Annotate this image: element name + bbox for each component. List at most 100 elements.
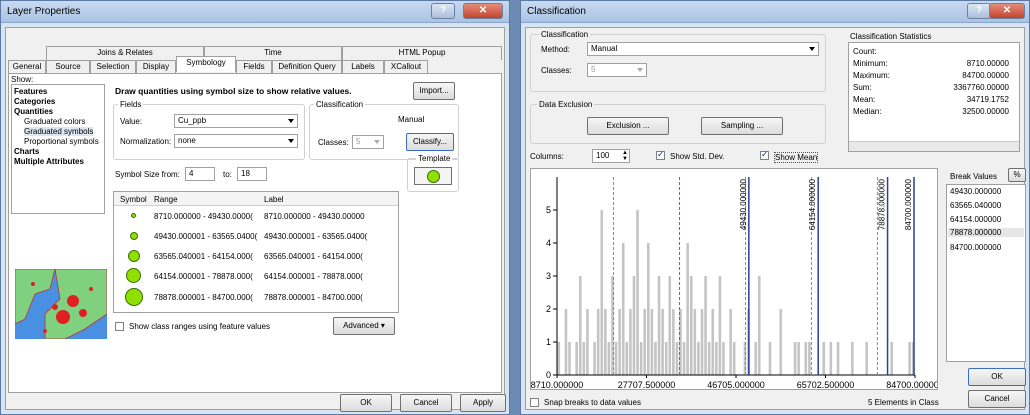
tree-item-graduated-colors[interactable]: Graduated colors: [24, 117, 85, 126]
cancel-button[interactable]: Cancel: [400, 394, 452, 412]
symbol-size-from-input[interactable]: 4: [185, 167, 215, 181]
tab-labels[interactable]: Labels: [342, 60, 384, 74]
column-symbol[interactable]: Symbol: [120, 195, 147, 204]
template-symbol-button[interactable]: [414, 167, 452, 185]
percent-button[interactable]: %: [1008, 168, 1026, 182]
y-tick-label: 3: [546, 271, 551, 281]
stat-row: Mean: 34719.1752: [853, 95, 1009, 107]
classes-select-text: 5: [356, 137, 361, 146]
histogram-bar: [707, 342, 711, 375]
tree-item-categories[interactable]: Categories: [14, 97, 55, 106]
value-select[interactable]: Cu_ppb: [174, 114, 298, 128]
exclusion-button[interactable]: Exclusion ...: [587, 117, 669, 135]
break-value-item[interactable]: 84700.000000: [950, 243, 1001, 252]
import-button[interactable]: Import...: [413, 82, 455, 100]
tab-general[interactable]: General: [8, 60, 46, 74]
y-tick-label: 0: [546, 370, 551, 380]
symbol-class-table: Symbol Range Label 8710.000000 - 49430.0…: [113, 191, 399, 313]
x-tick-label: 27707.500000: [618, 380, 676, 390]
histogram-bar: [793, 342, 797, 375]
column-label[interactable]: Label: [264, 195, 284, 204]
columns-stepper[interactable]: 100 ▲ ▼: [592, 149, 630, 163]
method-select[interactable]: Manual: [587, 42, 819, 56]
cancel-button[interactable]: Cancel: [968, 390, 1026, 408]
x-tick-label: 65702.500000: [797, 380, 855, 390]
histogram-bar: [732, 342, 736, 375]
break-value-item[interactable]: 63565.040000: [950, 201, 1001, 210]
histogram-bar: [647, 243, 650, 375]
tree-item-charts[interactable]: Charts: [14, 147, 39, 156]
classification-group: Classification Manual Classes: 5 Classif…: [309, 100, 459, 160]
normalization-select[interactable]: none: [174, 134, 298, 148]
show-mean-checkbox[interactable]: [760, 149, 769, 160]
column-range[interactable]: Range: [154, 195, 178, 204]
histogram-bar: [686, 243, 689, 375]
ok-button[interactable]: OK: [968, 368, 1026, 386]
tab-definition-query[interactable]: Definition Query: [272, 60, 342, 74]
table-row[interactable]: 78878.000001 - 84700.000( 78878.000001 -…: [114, 288, 398, 307]
tab-fields[interactable]: Fields: [236, 60, 272, 74]
histogram-chart[interactable]: 0 1 2 3 4 5 8710.000000 27707.500000 46705.00000…: [530, 168, 938, 390]
tree-item-features[interactable]: Features: [14, 87, 47, 96]
break-value-item[interactable]: 64154.000000: [950, 215, 1001, 224]
tab-selection[interactable]: Selection: [90, 60, 136, 74]
histogram-bar: [689, 276, 693, 375]
table-row[interactable]: 49430.000001 - 63565.0400( 49430.000001 …: [114, 228, 398, 246]
tab-symbology[interactable]: Symbology: [176, 56, 236, 72]
symbol-circle-icon: [128, 250, 140, 262]
histogram-bar: [697, 342, 700, 375]
show-std-dev-checkbox[interactable]: [656, 149, 665, 160]
help-button[interactable]: ?: [431, 3, 455, 19]
histogram-bar: [797, 342, 800, 375]
horizontal-scrollbar[interactable]: [849, 141, 1019, 151]
table-row[interactable]: 64154.000001 - 78878.000( 64154.000001 -…: [114, 268, 398, 286]
table-row[interactable]: 63565.040001 - 64154.000( 63565.040001 -…: [114, 248, 398, 266]
classes-select[interactable]: 5: [587, 63, 647, 77]
break-value-item[interactable]: 49430.000000: [950, 187, 1001, 196]
tab-display[interactable]: Display: [136, 60, 176, 74]
dialog-body: Classification Method: Manual Classes: 5…: [525, 27, 1028, 410]
histogram-bar: [711, 309, 715, 375]
range-cell: 78878.000001 - 84700.000(: [154, 293, 253, 302]
dialog-body: Joins & Relates Time HTML Popup General …: [5, 27, 506, 412]
label-cell: 63565.040001 - 64154.000(: [264, 252, 363, 261]
fields-group-label: Fields: [118, 100, 144, 109]
tree-item-multiple-attributes[interactable]: Multiple Attributes: [14, 157, 84, 166]
histogram-bar: [851, 342, 854, 375]
histogram-bar: [621, 243, 625, 375]
histogram-bar: [729, 309, 732, 375]
tab-source[interactable]: Source: [46, 60, 90, 74]
close-button[interactable]: ✕: [463, 3, 503, 19]
tab-xcallout[interactable]: XCallout: [384, 60, 428, 74]
tree-item-quantities[interactable]: Quantities: [14, 107, 53, 116]
normalization-label: Normalization:: [120, 137, 172, 146]
ok-button[interactable]: OK: [340, 394, 392, 412]
advanced-button[interactable]: Advanced ▾: [333, 317, 395, 335]
apply-button[interactable]: Apply: [460, 394, 506, 412]
symbol-size-to-input[interactable]: 18: [237, 167, 267, 181]
break-values-header: Break Values %: [946, 168, 1028, 184]
tree-item-graduated-symbols[interactable]: Graduated symbols: [24, 127, 94, 136]
histogram-bar: [578, 276, 582, 375]
show-label: Show:: [11, 75, 34, 84]
symbol-circle-icon: [130, 232, 138, 240]
show-class-ranges-checkbox[interactable]: [115, 322, 124, 331]
histogram-bar: [611, 276, 614, 375]
classes-select[interactable]: 5: [352, 135, 384, 149]
renderer-description: Draw quantities using symbol size to sho…: [115, 86, 352, 96]
to-label: to:: [223, 170, 232, 179]
sampling-button[interactable]: Sampling ...: [701, 117, 783, 135]
tab-html-popup[interactable]: HTML Popup: [342, 46, 502, 60]
classify-button[interactable]: Classify...: [406, 133, 454, 151]
y-tick-label: 1: [546, 337, 551, 347]
close-button[interactable]: ✕: [989, 3, 1025, 19]
chevron-down-icon: [637, 68, 643, 72]
histogram-bar: [564, 309, 568, 375]
break-value-item-selected[interactable]: 78878.000000: [948, 228, 1024, 237]
tree-item-proportional-symbols[interactable]: Proportional symbols: [24, 137, 99, 146]
table-row[interactable]: 8710.000000 - 49430.0000( 8710.000000 - …: [114, 208, 398, 226]
snap-breaks-checkbox[interactable]: [530, 398, 539, 407]
window-title: Classification: [527, 6, 586, 17]
window-title: Layer Properties: [7, 6, 81, 17]
help-button[interactable]: ?: [967, 3, 991, 19]
